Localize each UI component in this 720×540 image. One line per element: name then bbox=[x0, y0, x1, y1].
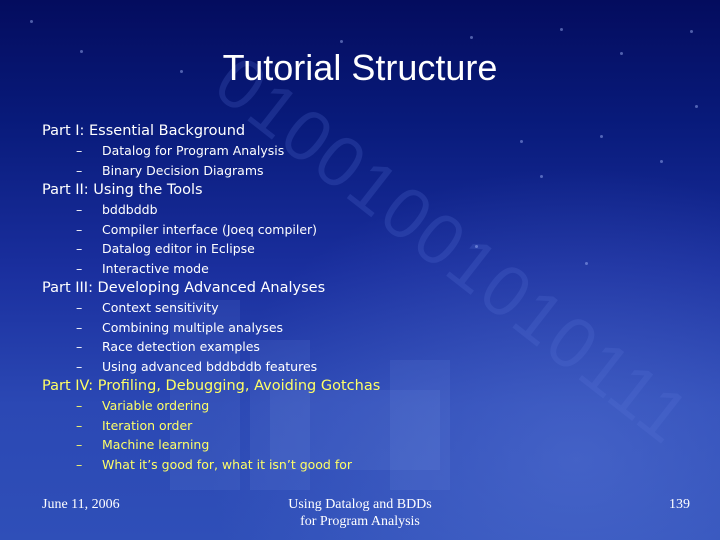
list-item: – Interactive mode bbox=[42, 259, 682, 279]
list-item-text: Variable ordering bbox=[102, 398, 210, 413]
list-item-text: Datalog for Program Analysis bbox=[102, 143, 285, 158]
star-decoration bbox=[470, 36, 473, 39]
bullet-dash: – bbox=[76, 221, 83, 237]
list-item-text: Race detection examples bbox=[102, 339, 260, 354]
list-item: – Race detection examples bbox=[42, 337, 682, 357]
part-1-section: Part I: Essential Background – Datalog fo… bbox=[42, 121, 682, 180]
slide-title: Tutorial Structure bbox=[222, 47, 498, 88]
list-item-text: What it’s good for, what it isn’t good f… bbox=[102, 456, 353, 472]
bullet-dash: – bbox=[76, 398, 83, 413]
bullet-dash: – bbox=[76, 456, 83, 472]
list-item-text: Compiler interface (Joeq compiler) bbox=[102, 221, 318, 237]
bullet-dash: – bbox=[76, 339, 83, 354]
list-item: – Compiler interface (Joeq compiler) bbox=[42, 220, 682, 240]
bullet-dash: – bbox=[76, 241, 83, 256]
list-item: – Using advanced bddbddb features bbox=[42, 357, 682, 377]
slide-number: 139 bbox=[669, 497, 690, 512]
part-4-heading: Part IV: Profiling, Debugging, Avoiding … bbox=[42, 378, 381, 394]
star-decoration bbox=[340, 40, 343, 43]
list-item: – Combining multiple analyses bbox=[42, 318, 682, 338]
star-decoration bbox=[30, 20, 33, 23]
list-item-text: Using advanced bddbddb features bbox=[102, 358, 318, 374]
list-item: – Machine learning bbox=[42, 435, 682, 455]
part-4-items: – Variable ordering – Iteration order – Mac… bbox=[42, 396, 682, 474]
list-item: – Context sensitivity bbox=[42, 298, 682, 318]
part-3-section: Part III: Developing Advanced Analyses –… bbox=[42, 278, 682, 376]
list-item: – Iteration order bbox=[42, 416, 682, 436]
list-item-text: Datalog editor in Eclipse bbox=[102, 241, 255, 256]
list-item-text: Machine learning bbox=[102, 437, 210, 452]
part-4-section: Part IV: Profiling, Debugging, Avoiding … bbox=[42, 376, 682, 474]
list-item: – bddbddb bbox=[42, 200, 682, 220]
bullet-dash: – bbox=[76, 319, 83, 335]
list-item: – Binary Decision Diagrams bbox=[42, 161, 682, 181]
list-item-text: Combining multiple analyses bbox=[102, 319, 284, 335]
list-item-text: Interactive mode bbox=[102, 260, 209, 276]
bullet-dash: – bbox=[76, 417, 83, 433]
footer-title-line-2: for Program Analysis bbox=[300, 514, 420, 529]
part-2-items: – bddbddb – Compiler interface (Joeq compi… bbox=[42, 200, 682, 278]
footer-title: Using Datalog and BDDs for Program Analy… bbox=[220, 496, 500, 530]
bullet-dash: – bbox=[76, 437, 83, 452]
list-item-text: bddbddb bbox=[102, 202, 158, 217]
list-item: – Variable ordering bbox=[42, 396, 682, 416]
list-item-text: Binary Decision Diagrams bbox=[102, 162, 264, 178]
bullet-dash: – bbox=[76, 358, 83, 374]
part-3-heading: Part III: Developing Advanced Analyses bbox=[42, 280, 326, 296]
part-2-heading: Part II: Using the Tools bbox=[42, 182, 203, 198]
star-decoration bbox=[690, 30, 693, 33]
bullet-dash: – bbox=[76, 300, 83, 315]
list-item-text: Iteration order bbox=[102, 417, 193, 433]
slide: 01001001010111 Tutorial Structure Part I… bbox=[0, 0, 720, 540]
bullet-dash: – bbox=[76, 143, 83, 158]
footer-date: June 11, 2006 bbox=[42, 497, 120, 512]
list-item: – What it’s good for, what it isn’t good … bbox=[42, 455, 682, 475]
part-3-items: – Context sensitivity – Combining multiple… bbox=[42, 298, 682, 376]
bullet-dash: – bbox=[76, 162, 83, 178]
part-2-section: Part II: Using the Tools – bddbddb – Compi… bbox=[42, 180, 682, 278]
bullet-dash: – bbox=[76, 202, 83, 217]
footer-title-line-1: Using Datalog and BDDs bbox=[288, 497, 432, 512]
list-item: – Datalog for Program Analysis bbox=[42, 141, 682, 161]
bullet-dash: – bbox=[76, 260, 83, 276]
list-item-text: Context sensitivity bbox=[102, 300, 219, 315]
star-decoration bbox=[560, 28, 563, 31]
part-1-items: – Datalog for Program Analysis – Binary De… bbox=[42, 141, 682, 180]
list-item: – Datalog editor in Eclipse bbox=[42, 239, 682, 259]
star-decoration bbox=[695, 105, 698, 108]
part-1-heading: Part I: Essential Background bbox=[42, 123, 246, 139]
outline: Part I: Essential Background – Datalog fo… bbox=[42, 121, 682, 474]
